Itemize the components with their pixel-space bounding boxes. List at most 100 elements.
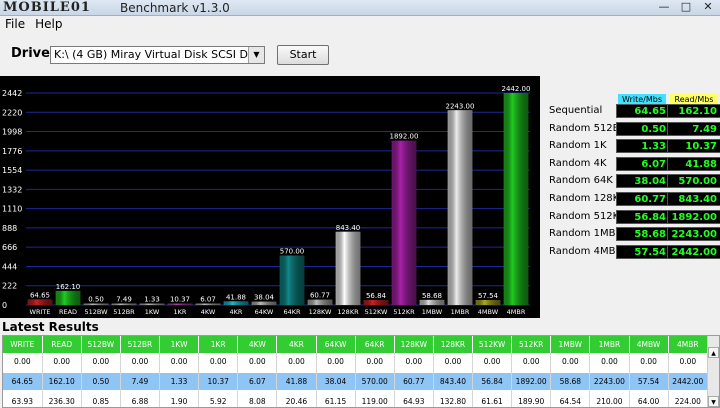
column-header[interactable]: 4KW — [237, 336, 278, 353]
data-label: 56.84 — [366, 292, 387, 300]
column-header[interactable]: 128KR — [433, 336, 474, 353]
bar-shade — [391, 140, 417, 305]
read-value: 570.00 — [667, 174, 720, 189]
result-row: Random 4MB 57.54 2442.00 — [546, 244, 720, 259]
table-cell: 0.00 — [550, 353, 591, 370]
bar-shade — [475, 300, 501, 305]
result-name: Random 512K — [549, 210, 620, 222]
x-tick-label: 4MBW — [478, 308, 499, 316]
y-tick-label: 444 — [2, 262, 17, 271]
table-cell: 0.00 — [511, 353, 552, 370]
chevron-down-icon[interactable]: ▼ — [248, 47, 264, 63]
bar-shade — [335, 231, 361, 305]
data-label: 60.77 — [310, 292, 330, 300]
table-cell: 61.61 — [472, 393, 513, 407]
logo: MOBILE01 — [3, 1, 119, 16]
column-header[interactable]: 64KR — [355, 336, 395, 353]
table-cell: 0.00 — [589, 353, 630, 370]
read-value: 10.37 — [667, 139, 720, 154]
column-header[interactable]: 512BR — [120, 336, 161, 353]
write-value: 58.68 — [616, 227, 670, 242]
table-cell: 0.00 — [276, 353, 317, 370]
menu-help[interactable]: Help — [35, 16, 62, 32]
column-header[interactable]: 512KR — [511, 336, 552, 353]
table-cell: 843.40 — [433, 373, 474, 390]
table-row[interactable]: 63.93 236.30 0.85 6.88 1.90 5.92 8.08 20.46 61.1… — [3, 393, 709, 407]
column-header[interactable]: 1MBW — [550, 336, 591, 353]
data-label: 41.88 — [226, 293, 246, 301]
minimize-button[interactable]: — — [656, 1, 672, 14]
y-tick-label: 2442 — [2, 89, 22, 98]
result-name: Random 128K — [549, 193, 620, 204]
y-tick-label: 1332 — [2, 185, 22, 194]
column-header[interactable]: 64KW — [316, 336, 356, 353]
data-label: 162.10 — [56, 283, 81, 291]
bar-shade — [279, 255, 305, 305]
write-value: 60.77 — [616, 192, 670, 206]
result-row: Random 1MB 58.68 2243.00 — [546, 227, 720, 242]
write-value: 38.04 — [616, 174, 670, 189]
column-header[interactable]: 512BW — [81, 336, 121, 353]
table-cell: 64.93 — [394, 393, 434, 407]
result-name: Random 1K — [549, 140, 607, 152]
result-row: Random 4K 6.07 41.88 — [546, 156, 720, 171]
table-row[interactable]: 64.65 162.10 0.50 7.49 1.33 10.37 6.07 41.88 38.… — [3, 373, 709, 390]
x-tick-label: 1MBR — [451, 308, 470, 316]
table-cell: 7.49 — [120, 373, 161, 390]
read-value: 41.88 — [667, 156, 720, 171]
scroll-up-icon[interactable]: ▲ — [708, 347, 719, 358]
column-header[interactable]: WRITE — [3, 336, 43, 353]
scroll-down-icon[interactable]: ▼ — [708, 396, 719, 407]
table-cell: 1.90 — [159, 393, 200, 407]
result-name: Random 64K — [549, 175, 613, 187]
column-header[interactable]: 4KR — [276, 336, 317, 353]
y-tick-label: 888 — [2, 224, 17, 233]
grid-scrollbar[interactable]: ▲ ▼ — [707, 336, 719, 407]
results-panel: Write/Mbs Read/Mbs Sequential 64.65 162.10… — [546, 94, 720, 284]
chart-svg: 0 222 444 666 888 1110 1332 1554 1776 1998 2220 244… — [2, 85, 530, 316]
bar-shade — [419, 299, 445, 305]
drive-label: Drive: — [11, 46, 56, 61]
close-button[interactable]: ✕ — [700, 1, 716, 14]
y-tick-label: 222 — [2, 282, 17, 291]
result-name: Sequential — [549, 105, 603, 116]
table-cell: 0.85 — [81, 393, 121, 407]
bar-shade — [307, 299, 333, 305]
table-cell: 0.00 — [394, 353, 434, 370]
table-cell: 57.54 — [629, 373, 669, 390]
x-tick-label: 512BR — [113, 308, 135, 316]
x-tick-label: 1MBW — [422, 308, 443, 316]
read-value: 2243.00 — [667, 227, 720, 242]
table-cell: 56.84 — [472, 373, 513, 390]
table-cell: 1.33 — [159, 373, 200, 390]
data-label: 1892.00 — [390, 133, 419, 141]
column-header[interactable]: 1KW — [159, 336, 200, 353]
x-tick-label: 4KW — [201, 308, 216, 316]
benchmark-chart: 0 222 444 666 888 1110 1332 1554 1776 1998 2220 244… — [0, 76, 540, 318]
data-label: 64.65 — [30, 291, 50, 299]
drive-select-value: K:\ (4 GB) Miray Virtual Disk SCSI Disk … — [54, 48, 264, 61]
bar-shade — [195, 303, 221, 305]
window-title: Benchmark v1.3.0 — [120, 1, 230, 15]
column-header[interactable]: 128KW — [394, 336, 434, 353]
x-tick-label: 4KR — [230, 308, 243, 316]
column-header[interactable]: 1MBR — [589, 336, 630, 353]
column-header[interactable]: READ — [42, 336, 82, 353]
table-cell: 0.00 — [198, 353, 239, 370]
table-cell: 0.00 — [629, 353, 669, 370]
table-row[interactable]: 0.00 0.00 0.00 0.00 0.00 0.00 0.00 0.00 0.00 0.00… — [3, 353, 709, 370]
column-header[interactable]: 1KR — [198, 336, 239, 353]
column-header[interactable]: 4MBW — [629, 336, 669, 353]
column-header[interactable]: 512KW — [472, 336, 513, 353]
data-label: 58.68 — [422, 292, 442, 300]
table-cell: 162.10 — [42, 373, 82, 390]
menu-file[interactable]: File — [5, 16, 25, 32]
write-value: 64.65 — [616, 104, 670, 118]
column-header[interactable]: 4MBR — [668, 336, 709, 353]
table-cell: 236.30 — [42, 393, 82, 407]
maximize-button[interactable]: □ — [678, 1, 694, 14]
drive-select[interactable]: K:\ (4 GB) Miray Virtual Disk SCSI Disk … — [50, 46, 265, 64]
table-cell: 1892.00 — [511, 373, 552, 390]
start-button[interactable]: Start — [277, 45, 329, 65]
latest-results-title: Latest Results — [2, 320, 99, 334]
